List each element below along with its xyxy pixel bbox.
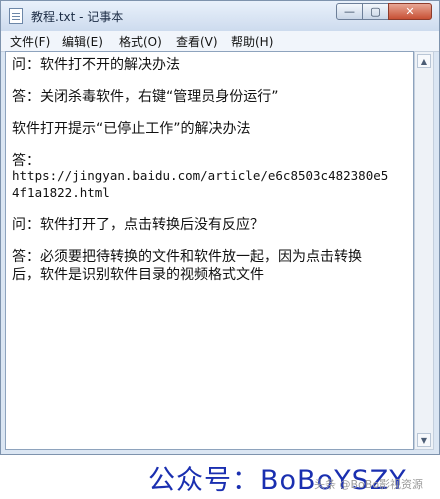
- scroll-up-icon[interactable]: ▲: [417, 54, 431, 68]
- text-line: 答：关闭杀毒软件，右键“管理员身份运行”: [12, 89, 279, 105]
- text-line: 后，软件是识别软件目录的视频格式文件: [12, 267, 264, 283]
- minimize-button[interactable]: —: [336, 3, 363, 20]
- close-button[interactable]: ✕: [388, 3, 432, 20]
- watermark: 头条 @BoBo影视资源: [314, 478, 424, 491]
- window-title: 教程.txt - 记事本: [31, 10, 124, 24]
- menu-view[interactable]: 查看(V): [176, 33, 218, 50]
- menu-bar: 文件(F) 编辑(E) 格式(O) 查看(V) 帮助(H): [1, 31, 439, 52]
- text-editor[interactable]: 问：软件打不开的解决办法 答：关闭杀毒软件，右键“管理员身份运行” 软件打开提示…: [5, 51, 414, 450]
- text-line: 问：软件打开了，点击转换后没有反应？: [12, 217, 264, 233]
- menu-edit[interactable]: 编辑(E): [62, 33, 103, 50]
- maximize-button[interactable]: ▢: [362, 3, 389, 20]
- text-line-url: https://jingyan.baidu.com/article/e6c850…: [12, 168, 389, 183]
- scroll-down-icon[interactable]: ▼: [417, 433, 431, 447]
- text-line: 问：软件打不开的解决办法: [12, 57, 180, 73]
- notepad-icon[interactable]: [9, 8, 23, 24]
- title-bar[interactable]: 教程.txt - 记事本 — ▢ ✕: [1, 1, 439, 31]
- text-line: 软件打开提示“已停止工作”的解决办法: [12, 121, 251, 137]
- menu-file[interactable]: 文件(F): [10, 33, 50, 50]
- text-line-url-cont: 4f1a1822.html: [12, 185, 110, 200]
- menu-help[interactable]: 帮助(H): [231, 33, 273, 50]
- menu-format[interactable]: 格式(O): [119, 33, 162, 50]
- text-line: 答：必须要把待转换的文件和软件放一起，因为点击转换: [12, 249, 362, 265]
- vertical-scrollbar[interactable]: ▲ ▼: [414, 51, 434, 450]
- text-line: 答：: [12, 153, 40, 169]
